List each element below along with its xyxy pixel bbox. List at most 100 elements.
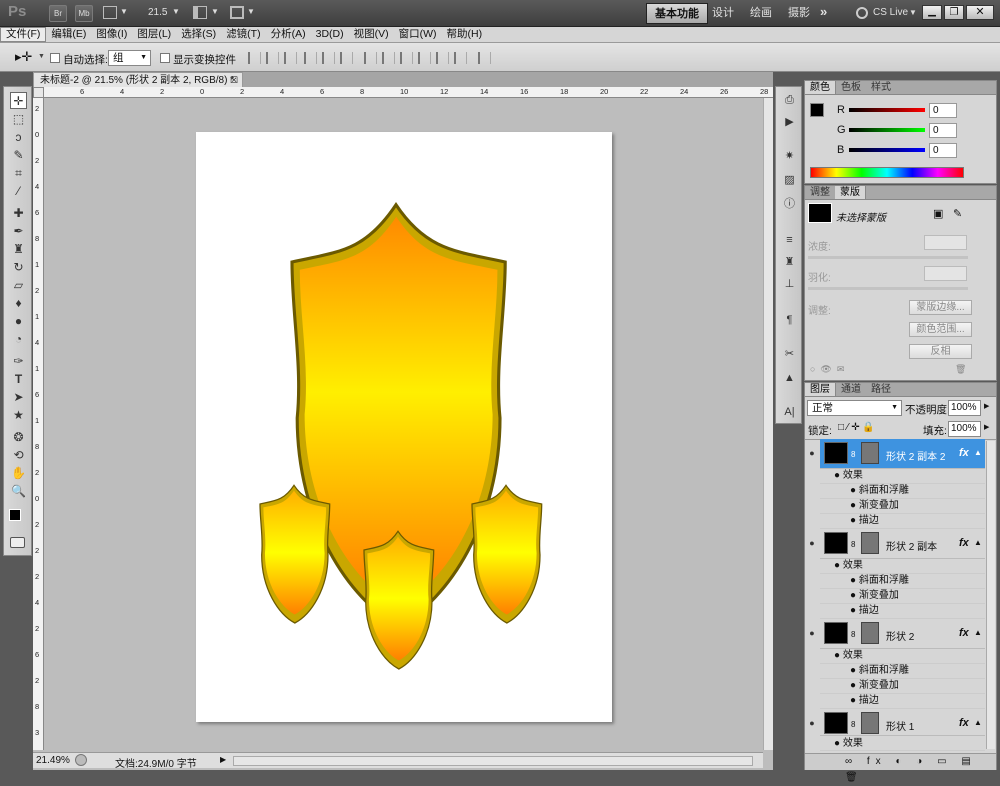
pen-tool-icon[interactable]: ✑ xyxy=(10,353,27,370)
auto-select-checkbox[interactable] xyxy=(50,53,60,63)
path-select-tool-icon[interactable]: ➤ xyxy=(10,389,27,406)
status-menu-arrow-icon[interactable]: ▶ xyxy=(220,755,226,764)
marquee-tool-icon[interactable]: ⬚ xyxy=(10,111,27,128)
tab-adjustments[interactable]: 调整 xyxy=(805,186,835,199)
ruler-origin[interactable] xyxy=(33,87,44,98)
foreground-color-swatch[interactable] xyxy=(9,509,21,521)
menu-window[interactable]: 窗口(W) xyxy=(394,27,442,42)
clone-stamp-tool-icon[interactable]: ♜ xyxy=(10,241,27,258)
visibility-eye-icon[interactable]: ● xyxy=(805,538,819,552)
paragraph-icon[interactable]: ¶ xyxy=(781,313,798,328)
effect-stroke[interactable]: ● 描边 xyxy=(820,514,985,529)
menu-file[interactable]: 文件(F) xyxy=(0,27,47,42)
crop-tool-icon[interactable]: ⌗ xyxy=(10,165,27,182)
layer-row[interactable]: 8 形状 2 副本 fx ▲ xyxy=(820,529,985,559)
vertical-ruler[interactable]: 2 0 2 4 6 8 1 2 1 4 1 6 1 8 2 0 2 2 2 4 2 6 2 8 3 xyxy=(33,98,44,750)
expand-effects-icon[interactable]: ▲ xyxy=(974,718,982,727)
layers-scrollbar[interactable] xyxy=(986,441,995,749)
mask-edge-button[interactable]: 蒙版边缘... xyxy=(909,300,972,315)
paint-bucket-tool-icon[interactable]: ♦ xyxy=(10,295,27,312)
align-right-icon[interactable] xyxy=(340,52,353,64)
3d-orbit-tool-icon[interactable]: ⟲ xyxy=(10,447,27,464)
effect-eye-icon[interactable]: ● xyxy=(850,590,856,601)
align-top-icon[interactable] xyxy=(248,52,261,64)
density-slider[interactable] xyxy=(808,256,968,259)
align-hcenter-icon[interactable] xyxy=(322,52,335,64)
dodge-tool-icon[interactable]: ◔ xyxy=(10,331,27,348)
density-input[interactable] xyxy=(924,235,967,250)
history-icon[interactable]: ⎙ xyxy=(781,93,798,108)
distribute-hcenter-icon[interactable] xyxy=(436,52,449,64)
fx-icon[interactable]: fx xyxy=(959,627,969,639)
effect-bevel[interactable]: ● 斜面和浮雕 xyxy=(820,574,985,589)
menu-layer[interactable]: 图层(L) xyxy=(132,27,176,42)
minibridge-button[interactable]: Mb xyxy=(75,5,93,22)
feather-input[interactable] xyxy=(924,266,967,281)
invert-button[interactable]: 反相 xyxy=(909,344,972,359)
effect-gradient[interactable]: ● 渐变叠加 xyxy=(820,679,985,694)
channel-b-input[interactable]: 0 xyxy=(929,143,957,158)
3d-panel-icon[interactable]: ✷ xyxy=(781,149,798,164)
distribute-right-icon[interactable] xyxy=(454,52,467,64)
close-button[interactable]: ✕ xyxy=(966,5,994,20)
blend-mode-dropdown[interactable]: 正常 ▼ xyxy=(807,400,902,416)
arrange-documents-icon[interactable] xyxy=(193,6,207,19)
layer-name[interactable]: 形状 1 xyxy=(886,718,914,733)
move-tool-preset-icon[interactable]: ▸✛ xyxy=(15,49,32,65)
align-bottom-icon[interactable] xyxy=(284,52,297,64)
menu-help[interactable]: 帮助(H) xyxy=(442,27,488,42)
expand-effects-icon[interactable]: ▲ xyxy=(974,538,982,547)
character-styles-icon[interactable]: ✂ xyxy=(781,347,798,362)
visibility-eye-icon[interactable]: ● xyxy=(805,718,819,732)
layer-name[interactable]: 形状 2 xyxy=(886,628,914,643)
close-tab-icon[interactable]: ☒ xyxy=(230,73,238,88)
visibility-eye-icon[interactable]: ● xyxy=(805,448,819,462)
menu-view[interactable]: 视图(V) xyxy=(349,27,394,42)
menu-edit[interactable]: 编辑(E) xyxy=(46,27,91,42)
distribute-bottom-icon[interactable] xyxy=(400,52,413,64)
eyedropper-tool-icon[interactable]: ⁄ xyxy=(10,183,27,200)
effects-row[interactable]: ● 效果 xyxy=(820,469,985,484)
chevron-down-icon[interactable]: ▼ xyxy=(38,53,45,60)
layers-footer-icons[interactable]: ∞ fx ◐ ◑ ▭ ▤ 🗑 xyxy=(805,753,996,783)
distribute-vcenter-icon[interactable] xyxy=(382,52,395,64)
effect-eye-icon[interactable]: ● xyxy=(850,695,856,706)
opacity-arrow-icon[interactable]: ▶ xyxy=(984,402,989,410)
quick-mask-icon[interactable] xyxy=(10,537,25,548)
channel-b-slider[interactable] xyxy=(849,148,925,152)
visibility-eye-icon[interactable]: ● xyxy=(805,628,819,642)
brush-tool-icon[interactable]: ✒ xyxy=(10,223,27,240)
actions-icon[interactable]: ▶ xyxy=(781,115,798,130)
fx-icon[interactable]: fx xyxy=(959,537,969,549)
menu-filter[interactable]: 滤镜(T) xyxy=(221,27,265,42)
auto-select-dropdown[interactable]: 组 ▼ xyxy=(108,50,151,66)
layer-row[interactable]: 8 形状 1 fx ▲ xyxy=(820,709,985,736)
effect-eye-icon[interactable]: ● xyxy=(850,515,856,526)
feather-slider[interactable] xyxy=(808,287,968,290)
tab-color[interactable]: 颜色 xyxy=(805,81,836,94)
chevron-down-icon[interactable]: ▼ xyxy=(172,7,180,16)
layer-name[interactable]: 形状 2 副本 2 xyxy=(886,448,945,463)
effects-eye-icon[interactable]: ● xyxy=(834,470,840,481)
effect-stroke[interactable]: ● 描边 xyxy=(820,604,985,619)
vector-mask-icon[interactable]: ✎ xyxy=(953,207,962,220)
effect-gradient[interactable]: ● 渐变叠加 xyxy=(820,589,985,604)
align-vcenter-icon[interactable] xyxy=(266,52,279,64)
lock-icons[interactable]: □ ⁄ ✛ 🔒 xyxy=(838,422,875,433)
channel-g-slider[interactable] xyxy=(849,128,925,132)
foreground-color-swatch[interactable] xyxy=(810,103,824,117)
menu-3d[interactable]: 3D(D) xyxy=(311,27,349,42)
chevron-down-icon[interactable]: ▼ xyxy=(120,7,128,16)
effects-eye-icon[interactable]: ● xyxy=(834,738,840,749)
brush-presets-icon[interactable]: ≡ xyxy=(781,233,798,248)
menu-analysis[interactable]: 分析(A) xyxy=(266,27,311,42)
show-transform-checkbox[interactable] xyxy=(160,53,170,63)
expand-effects-icon[interactable]: ▲ xyxy=(974,448,982,457)
channel-g-input[interactable]: 0 xyxy=(929,123,957,138)
distribute-top-icon[interactable] xyxy=(364,52,377,64)
tab-swatches[interactable]: 色板 xyxy=(836,81,866,94)
tab-styles[interactable]: 样式 xyxy=(866,81,896,94)
restore-button[interactable]: ❐ xyxy=(944,5,964,20)
opacity-input[interactable]: 100% xyxy=(948,400,981,416)
quick-select-tool-icon[interactable]: ✎ xyxy=(10,147,27,164)
